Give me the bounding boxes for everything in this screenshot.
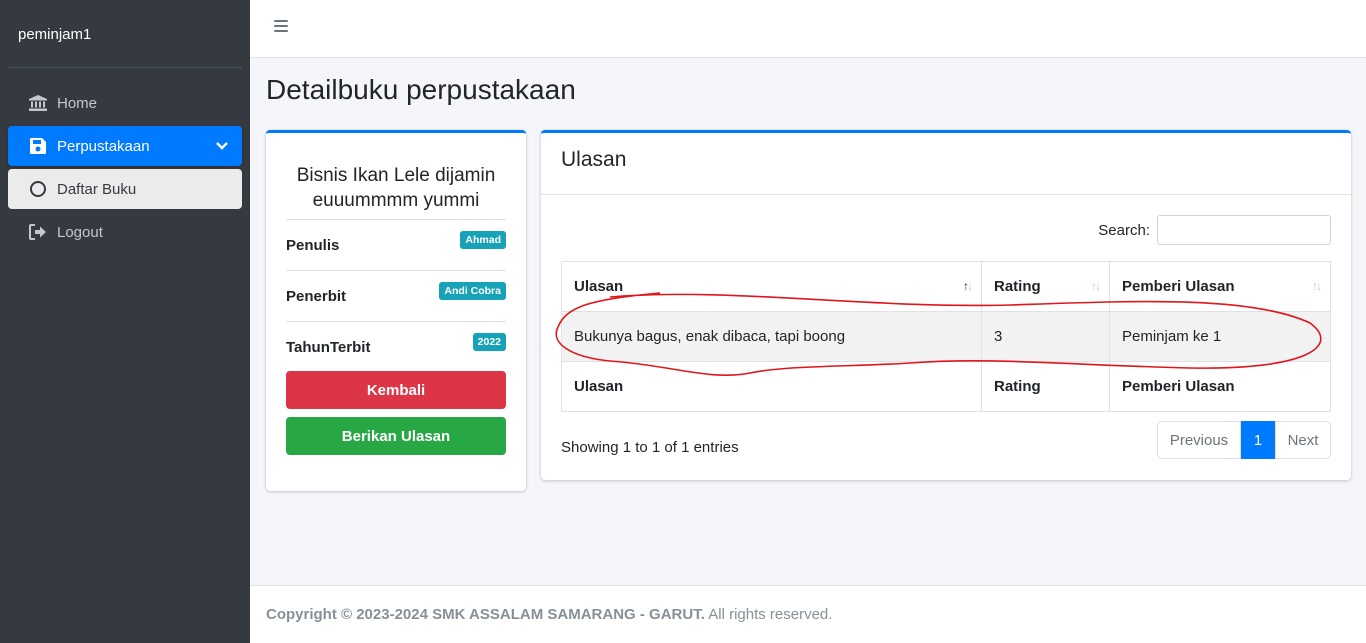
sidebar-item-label: Daftar Buku [57,180,137,198]
column-footer-label: Pemberi Ulasan [1109,361,1331,412]
sort-icon: ↑↓ [963,279,973,293]
next-button[interactable]: Next [1275,421,1331,459]
book-detail-card: Bisnis Ikan Lele dijamin euuummmm yummi … [266,130,526,491]
table-footer-row: Ulasan Rating Pemberi Ulasan [561,361,1331,412]
footer: Copyright © 2023-2024 SMK ASSALAM SAMARA… [250,585,1366,643]
sign-out-icon [28,224,48,240]
book-title: Bisnis Ikan Lele dijamin euuummmm yummi [296,165,496,211]
search-input[interactable] [1157,215,1331,245]
reviews-table: Ulasan ↑↓ Rating ↑↓ Pemberi Ulasan ↑↓ Bu… [561,261,1331,412]
search-label: Search: [1098,221,1150,239]
previous-button[interactable]: Previous [1157,421,1241,459]
book-info-list: Penulis Ahmad Penerbit Andi Cobra TahunT… [286,219,506,372]
sort-icon: ↑↓ [1091,279,1101,293]
sidebar-item-label: Logout [57,223,103,241]
reviews-card: Ulasan Search: Ulasan ↑↓ Rating ↑↓ Pembe… [541,130,1351,480]
table-info: Showing 1 to 1 of 1 entries [561,439,739,456]
bank-icon [28,95,48,111]
table-cell: Bukunya bagus, enak dibaca, tapi boong [561,311,982,362]
column-header-label: Pemberi Ulasan [1122,278,1235,295]
sidebar-item-home[interactable]: Home [8,83,242,123]
column-header-rating[interactable]: Rating ↑↓ [981,261,1110,312]
column-header-ulasan[interactable]: Ulasan ↑↓ [561,261,982,312]
info-row-penulis: Penulis Ahmad [286,219,506,270]
circle-icon [28,181,48,197]
sidebar-item-daftar-buku[interactable]: Daftar Buku [8,169,242,209]
reviews-header: Ulasan [541,133,1351,195]
menu-toggle-icon[interactable] [274,20,288,36]
back-button[interactable]: Kembali [286,371,506,409]
sidebar-item-perpustakaan[interactable]: Perpustakaan [8,126,242,166]
sidebar-item-label: Home [57,94,98,112]
info-badge: 2022 [472,333,506,351]
column-footer-label: Rating [981,361,1110,412]
give-review-button[interactable]: Berikan Ulasan [286,417,506,455]
search-wrap: Search: [1098,215,1331,245]
table-row: Bukunya bagus, enak dibaca, tapi boong 3… [561,311,1331,362]
save-icon [28,138,48,154]
table-header-row: Ulasan ↑↓ Rating ↑↓ Pemberi Ulasan ↑↓ [561,261,1331,312]
info-label: Penulis [286,236,340,254]
pagination: Previous 1 Next [1157,421,1331,459]
column-header-pemberi-ulasan[interactable]: Pemberi Ulasan ↑↓ [1109,261,1331,312]
brand-user[interactable]: peminjam1 [8,0,242,68]
sidebar-item-logout[interactable]: Logout [8,212,242,252]
column-footer-label: Ulasan [561,361,982,412]
footer-rights: All rights reserved. [704,606,833,623]
top-navbar [250,0,1366,58]
table-cell: Peminjam ke 1 [1109,311,1331,362]
table-cell: 3 [981,311,1110,362]
sidebar-item-label: Perpustakaan [57,137,150,155]
chevron-down-icon [216,138,228,155]
info-row-penerbit: Penerbit Andi Cobra [286,270,506,321]
info-label: Penerbit [286,287,347,305]
page-title: Detailbuku perpustakaan [266,74,576,105]
footer-copyright: Copyright © 2023-2024 SMK ASSALAM SAMARA… [266,606,705,623]
sidebar-nav: Home Perpustakaan Daftar Buku Logout [0,68,250,252]
info-badge: Andi Cobra [439,282,506,300]
column-header-label: Ulasan [574,278,624,295]
page-1-button[interactable]: 1 [1241,421,1275,459]
column-header-label: Rating [994,278,1041,295]
sort-icon: ↑↓ [1312,279,1322,293]
sidebar: peminjam1 Home Perpustakaan Daftar Buku [0,0,250,643]
info-badge: Ahmad [460,231,506,249]
info-row-tahun-terbit: TahunTerbit 2022 [286,321,506,372]
info-label: TahunTerbit [286,338,371,356]
